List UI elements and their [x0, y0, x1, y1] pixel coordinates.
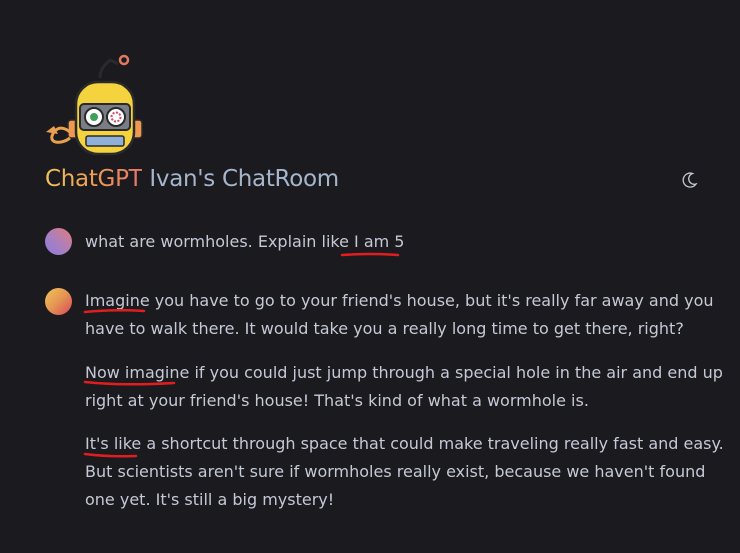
bot-message-line: Now imagine if you could just jump throu… [85, 363, 723, 382]
user-avatar [45, 228, 72, 255]
room-name: Ivan's ChatRoom [149, 166, 339, 192]
user-message-text: what are wormholes. Explain like I am 5 [85, 232, 405, 251]
bot-message-line: one yet. It's still a big mystery! [85, 490, 335, 509]
bot-avatar [45, 288, 72, 315]
moon-icon[interactable] [678, 169, 700, 191]
bot-message-line: right at your friend's house! That's kin… [85, 391, 589, 410]
bot-message-line: have to walk there. It would take you a … [85, 319, 684, 338]
bot-message-line: Imagine you have to go to your friend's … [85, 291, 714, 310]
bot-message-line: But scientists aren't sure if wormholes … [85, 462, 706, 481]
bot-message-line: It's like a shortcut through space that … [85, 434, 724, 453]
robot-logo-icon [46, 54, 143, 156]
brand-name: ChatGPT [45, 166, 143, 192]
page-title: ChatGPT Ivan's ChatRoom [45, 163, 339, 195]
